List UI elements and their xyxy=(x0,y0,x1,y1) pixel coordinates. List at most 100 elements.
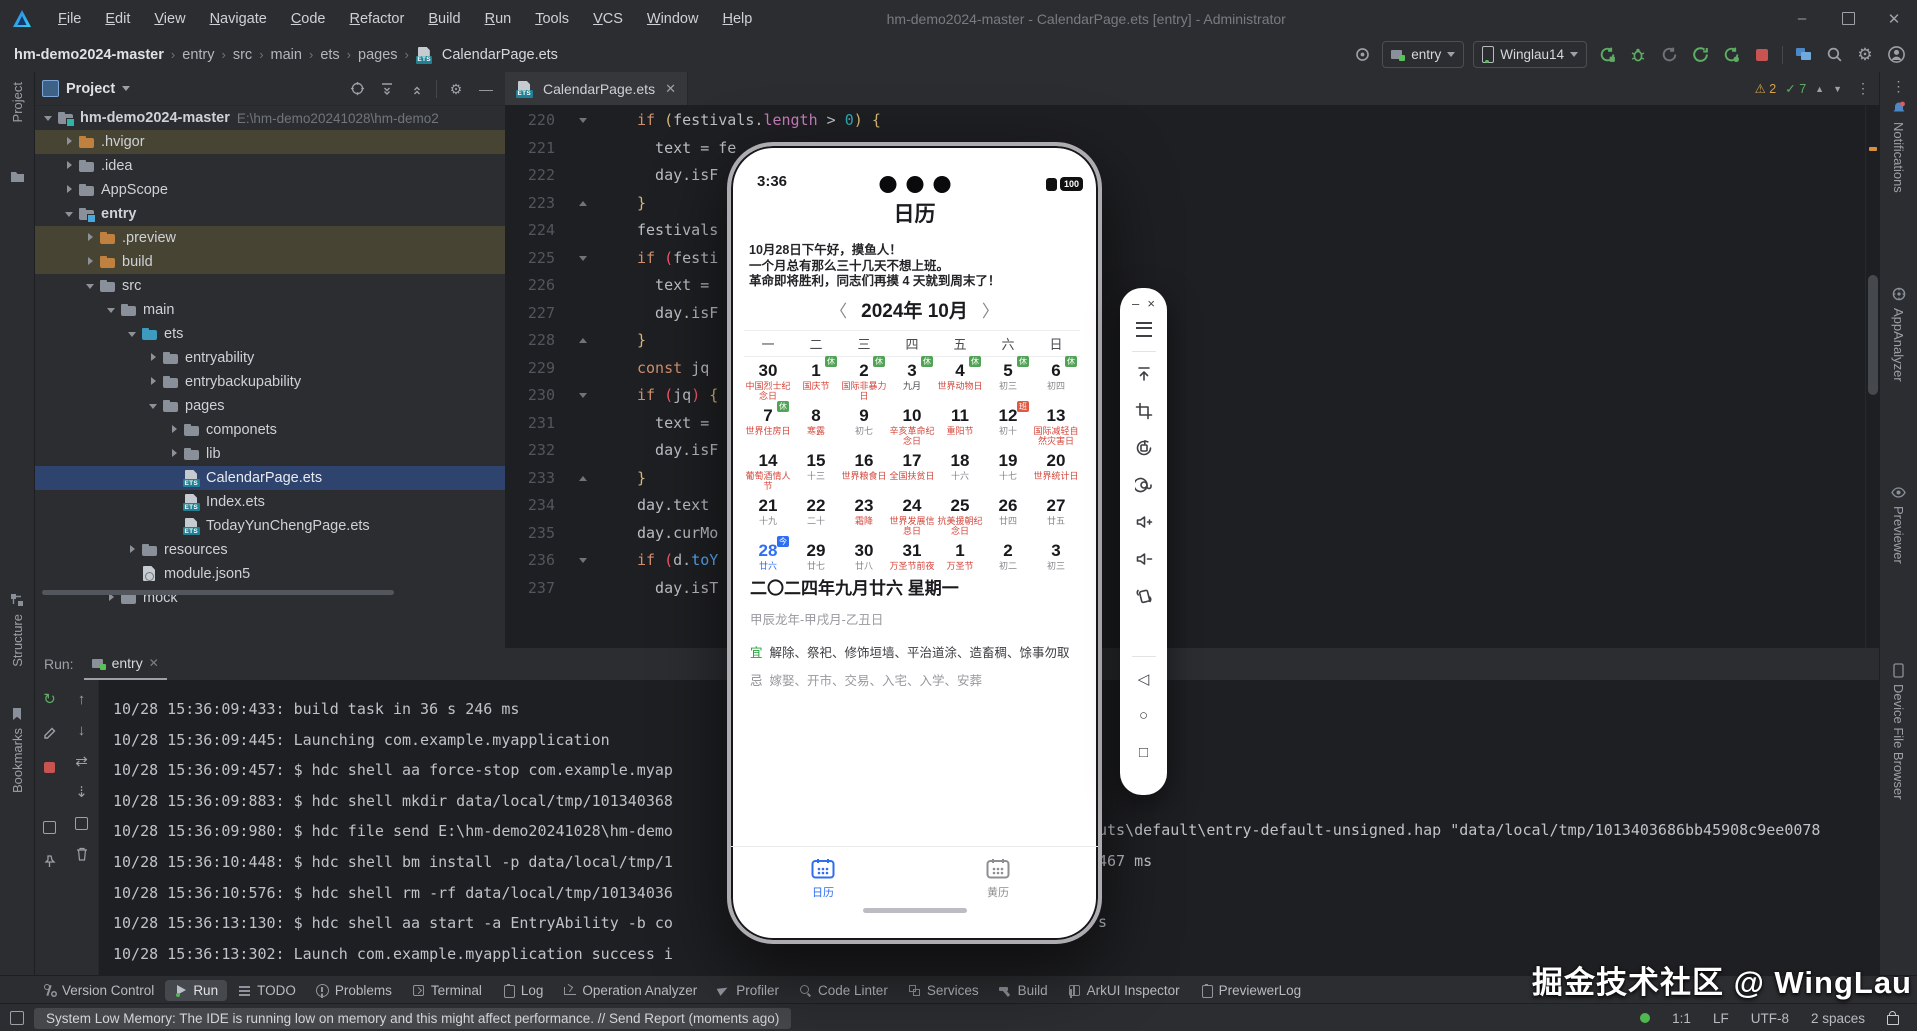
menu-tools[interactable]: Tools xyxy=(525,8,579,30)
calendar-day-cell[interactable]: 休5初三 xyxy=(984,360,1032,405)
console-output[interactable]: 10/28 15:36:09:433: build task in 36 s 2… xyxy=(113,694,673,969)
next-month-button[interactable]: 〉 xyxy=(982,297,999,322)
tree-chevron-icon[interactable] xyxy=(61,206,78,222)
calendar-day-cell[interactable]: 休3九月 xyxy=(888,360,936,405)
restart-app-button[interactable] xyxy=(1689,44,1711,66)
fold-marker-icon[interactable] xyxy=(555,465,589,493)
fold-marker-icon[interactable] xyxy=(555,190,589,218)
calendar-day-cell[interactable]: 25抗美援朝纪念日 xyxy=(936,495,984,540)
calendar-day-cell[interactable]: 24世界发展信息日 xyxy=(888,495,936,540)
tree-item-resources[interactable]: resources xyxy=(34,538,505,562)
close-button[interactable]: ✕ xyxy=(1871,0,1917,37)
device-select[interactable]: Winglau14 xyxy=(1473,41,1587,68)
menu-navigate[interactable]: Navigate xyxy=(200,8,277,30)
fold-marker-icon[interactable] xyxy=(555,245,589,273)
calendar-day-cell[interactable]: 27廿五 xyxy=(1032,495,1080,540)
console-line[interactable]: 10/28 15:36:09:457: $ hdc shell aa force… xyxy=(113,755,673,786)
project-view-select[interactable]: Project xyxy=(42,80,130,97)
tree-item-module-json5[interactable]: module.json5 xyxy=(34,562,505,586)
breadcrumb-item[interactable]: hm-demo2024-master xyxy=(14,47,164,63)
calendar-day-cell[interactable]: 休1国庆节 xyxy=(792,360,840,405)
breadcrumb-item[interactable]: entry xyxy=(182,47,214,63)
tree-chevron-icon[interactable] xyxy=(82,254,99,270)
tool-window-button-version-control[interactable]: Version Control xyxy=(34,980,163,1001)
tree-chevron-icon[interactable] xyxy=(145,398,162,414)
clear-console-icon[interactable] xyxy=(73,845,91,863)
folder-icon[interactable] xyxy=(0,168,34,184)
calendar-day-cell[interactable]: 21十九 xyxy=(744,495,792,540)
scroll-top-icon[interactable] xyxy=(1120,355,1167,392)
tree-item-entry[interactable]: entry xyxy=(34,202,505,226)
edit-configuration-icon[interactable] xyxy=(41,724,59,742)
tree-chevron-icon[interactable] xyxy=(166,422,183,438)
menu-edit[interactable]: Edit xyxy=(95,8,140,30)
console-line[interactable]: 10/28 15:36:10:448: $ hdc shell bm insta… xyxy=(113,847,673,878)
tree-chevron-icon[interactable] xyxy=(40,110,57,126)
tree-item-calendarpage-ets[interactable]: ETSCalendarPage.ets xyxy=(34,466,505,490)
calendar-day-cell[interactable]: 9初七 xyxy=(840,405,888,450)
project-structure-icon[interactable] xyxy=(1792,44,1814,66)
tree-chevron-icon[interactable] xyxy=(82,230,99,246)
tool-window-button-previewerlog[interactable]: PreviewerLog xyxy=(1191,980,1311,1001)
console-line[interactable]: 10/28 15:36:09:433: build task in 36 s 2… xyxy=(113,694,673,725)
pin-icon[interactable] xyxy=(41,852,59,870)
account-avatar[interactable] xyxy=(1885,44,1907,66)
home-icon[interactable]: ○ xyxy=(1120,697,1167,734)
stop-icon[interactable] xyxy=(41,758,59,776)
menu-file[interactable]: File xyxy=(48,8,91,30)
tab-calendar[interactable]: 日历 xyxy=(778,858,868,900)
tree-chevron-icon[interactable] xyxy=(124,542,141,558)
code-line[interactable]: 237 day.isT xyxy=(505,575,1866,603)
calendar-day-cell[interactable]: 17全国扶贫日 xyxy=(888,450,936,495)
rotate-screen-icon[interactable] xyxy=(1120,429,1167,466)
code-area[interactable]: 220if (festivals.length > 0) {221 text =… xyxy=(505,107,1866,602)
tree-chevron-icon[interactable] xyxy=(166,446,183,462)
prev-problem-icon[interactable]: ▲ xyxy=(1815,84,1824,94)
tool-window-button-arkui-inspector[interactable]: ArkUI Inspector xyxy=(1059,980,1189,1001)
expand-all-icon[interactable] xyxy=(376,78,398,100)
tree-chevron-icon[interactable] xyxy=(82,278,99,294)
down-stack-trace-icon[interactable]: ↓ xyxy=(73,721,91,739)
calendar-day-cell[interactable]: 休4世界动物日 xyxy=(936,360,984,405)
tool-tab-notifications[interactable]: Notifications xyxy=(1880,100,1917,193)
calendar-day-cell[interactable]: 班12初十 xyxy=(984,405,1032,450)
tree-item-build[interactable]: build xyxy=(34,250,505,274)
code-line[interactable]: 220if (festivals.length > 0) { xyxy=(505,107,1866,135)
menu-vcs[interactable]: VCS xyxy=(583,8,633,30)
console-line[interactable]: 10/28 15:36:13:302: Launch com.example.m… xyxy=(113,939,673,970)
calendar-day-cell[interactable]: 10辛亥革命纪念日 xyxy=(888,405,936,450)
run-button[interactable] xyxy=(1596,44,1618,66)
menu-window[interactable]: Window xyxy=(637,8,709,30)
tree-chevron-icon[interactable] xyxy=(103,302,120,318)
status-message[interactable]: System Low Memory: The IDE is running lo… xyxy=(34,1008,791,1029)
tool-window-button-terminal[interactable]: Terminal xyxy=(403,980,491,1001)
tree-item--preview[interactable]: .preview xyxy=(34,226,505,250)
close-icon[interactable]: ✕ xyxy=(149,656,159,670)
code-line[interactable]: 233} xyxy=(505,465,1866,493)
rotate-device-icon[interactable] xyxy=(1120,577,1167,614)
lock-icon[interactable] xyxy=(1887,1015,1899,1025)
calendar-day-cell[interactable]: 休2国际非暴力日 xyxy=(840,360,888,405)
tree-item-hm-demo2024-master[interactable]: hm-demo2024-master E:\hm-demo20241028\hm… xyxy=(34,106,505,130)
calendar-day-cell[interactable]: 19十七 xyxy=(984,450,1032,495)
restore-button[interactable] xyxy=(1825,0,1871,37)
recents-icon[interactable]: □ xyxy=(1120,734,1167,771)
volume-down-icon[interactable] xyxy=(1120,540,1167,577)
tool-tab-project[interactable]: Project xyxy=(0,82,34,122)
console-line[interactable]: 10/28 15:36:13:130: $ hdc shell aa start… xyxy=(113,908,673,939)
breadcrumb-item[interactable]: ets xyxy=(320,47,339,63)
attach-debugger-button[interactable] xyxy=(1720,44,1742,66)
more-options-icon[interactable]: ⋮ xyxy=(1880,78,1917,95)
calendar-day-cell[interactable]: 14葡萄酒情人节 xyxy=(744,450,792,495)
tree-chevron-icon[interactable] xyxy=(145,374,162,390)
calendar-day-cell[interactable]: 26廿四 xyxy=(984,495,1032,540)
debug-button[interactable] xyxy=(1627,44,1649,66)
tree-chevron-icon[interactable] xyxy=(61,158,78,174)
caret-position[interactable]: 1:1 xyxy=(1672,1011,1691,1026)
fold-marker-icon[interactable] xyxy=(555,547,589,575)
tool-window-button-log[interactable]: Log xyxy=(493,980,553,1001)
tree-item-componets[interactable]: componets xyxy=(34,418,505,442)
collapse-all-icon[interactable] xyxy=(406,78,428,100)
locate-ability-icon[interactable] xyxy=(1351,44,1373,66)
tree-item-index-ets[interactable]: ETSIndex.ets xyxy=(34,490,505,514)
